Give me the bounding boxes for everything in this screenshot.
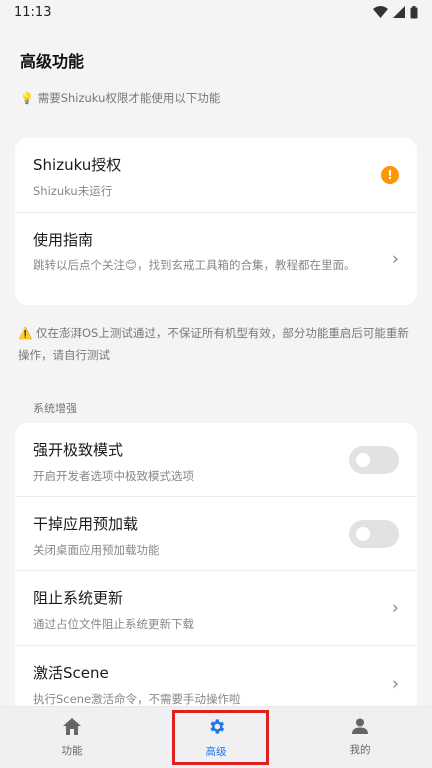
battery-icon: [410, 5, 418, 18]
warning-badge: !: [381, 166, 399, 184]
status-bar: 11:13: [0, 0, 432, 24]
row-subtitle: 开启开发者选项中极致模式选项: [33, 469, 194, 483]
shizuku-status: Shizuku未运行: [33, 184, 113, 198]
row-title: 强开极致模式: [33, 441, 124, 459]
home-icon: [63, 717, 81, 735]
extreme-mode-row[interactable]: 强开极致模式 开启开发者选项中极致模式选项: [15, 423, 417, 497]
preload-row[interactable]: 干掉应用预加载 关闭桌面应用预加载功能: [15, 497, 417, 571]
chevron-right-icon: ›: [391, 673, 399, 694]
nav-label: 功能: [61, 744, 83, 757]
highlight-annotation: [172, 710, 269, 765]
activate-scene-chevron: ›: [392, 673, 399, 694]
row-title: 干掉应用预加载: [33, 515, 139, 533]
wifi-icon: [373, 6, 388, 18]
nav-functions[interactable]: 功能: [0, 707, 144, 768]
toggle-switch[interactable]: [349, 519, 399, 548]
nav-label: 我的: [349, 744, 371, 756]
chevron-right-icon: ›: [391, 248, 399, 270]
warning-text: 仅在澎湃OS上测试通过，不保证所有机型有效，部分功能重启后可能重新操作，请自行测…: [18, 326, 409, 362]
shizuku-hint: 💡 需要Shizuku权限才能使用以下功能: [20, 90, 416, 106]
row-subtitle: 关闭桌面应用预加载功能: [33, 543, 160, 557]
system-enhance-card: 强开极致模式 开启开发者选项中极致模式选项 干掉应用预加载 关闭桌面应用预加载功…: [15, 423, 417, 723]
guide-chevron: ›: [392, 249, 399, 270]
warning-triangle-icon: ⚠️: [18, 326, 33, 340]
lightbulb-icon: 💡: [20, 91, 34, 105]
warning-icon: !: [381, 166, 399, 184]
guide-title: 使用指南: [33, 231, 94, 249]
block-update-chevron: ›: [392, 598, 399, 619]
shizuku-card: Shizuku授权 Shizuku未运行 ! 使用指南 跳转以后点个关注😊，找到…: [15, 138, 417, 305]
compat-warning: ⚠️ 仅在澎湃OS上测试通过，不保证所有机型有效，部分功能重启后可能重新操作，请…: [18, 322, 414, 366]
status-time: 11:13: [14, 4, 52, 20]
toggle-switch[interactable]: [349, 445, 399, 474]
guide-desc: 跳转以后点个关注😊，找到玄戒工具箱的合集，教程都在里面。: [33, 258, 356, 272]
extreme-mode-toggle[interactable]: [349, 445, 399, 474]
block-update-row[interactable]: 阻止系统更新 通过占位文件阻止系统更新下载 ›: [15, 571, 417, 646]
hint-text: 需要Shizuku权限才能使用以下功能: [37, 91, 221, 105]
row-title: 阻止系统更新: [33, 589, 124, 607]
guide-row[interactable]: 使用指南 跳转以后点个关注😊，找到玄戒工具箱的合集，教程都在里面。 ›: [15, 213, 417, 305]
row-title: 激活Scene: [33, 664, 109, 682]
chevron-right-icon: ›: [391, 597, 399, 619]
status-icons: [373, 5, 418, 19]
preload-toggle[interactable]: [349, 519, 399, 548]
shizuku-auth-title: Shizuku授权: [33, 156, 122, 174]
signal-icon: [393, 6, 405, 18]
shizuku-auth-row[interactable]: Shizuku授权 Shizuku未运行 !: [15, 138, 417, 213]
person-icon: [352, 718, 368, 734]
section-label: 系统增强: [33, 402, 77, 415]
nav-profile[interactable]: 我的: [288, 707, 432, 768]
page-title: 高级功能: [20, 52, 85, 71]
row-subtitle: 通过占位文件阻止系统更新下载: [33, 617, 194, 631]
